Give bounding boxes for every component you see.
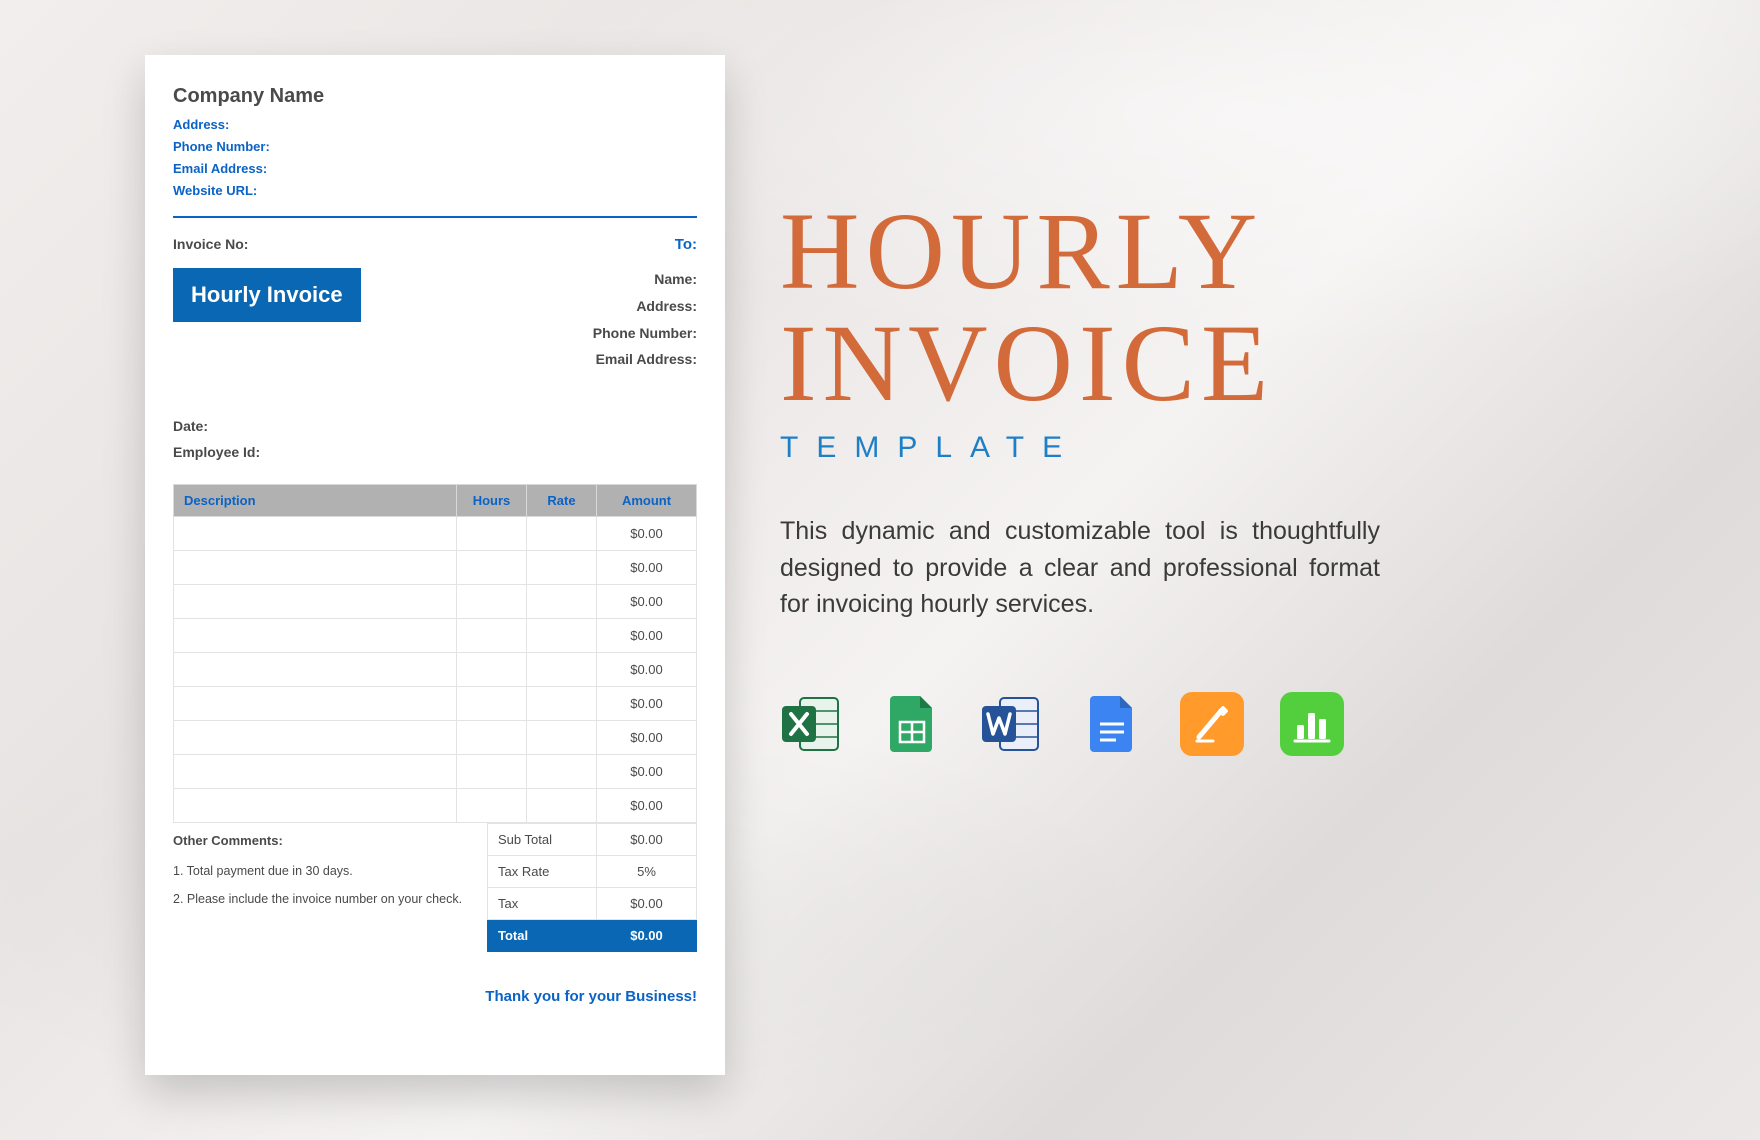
col-description: Description: [174, 484, 457, 516]
comment-line: 1. Total payment due in 30 days.: [173, 864, 477, 878]
taxrate-label: Tax Rate: [488, 855, 597, 887]
cell-amount: $0.00: [597, 788, 697, 822]
cell-amount: $0.00: [597, 584, 697, 618]
to-email-label: Email Address:: [593, 346, 697, 373]
cell-rate: [527, 788, 597, 822]
cell-rate: [527, 618, 597, 652]
app-icons-row: [780, 692, 1400, 756]
cell-rate: [527, 550, 597, 584]
to-name-label: Name:: [593, 266, 697, 293]
cell-hours: [457, 618, 527, 652]
cell-hours: [457, 754, 527, 788]
table-row: $0.00: [174, 618, 697, 652]
comments-title: Other Comments:: [173, 833, 477, 848]
website-label: Website URL:: [173, 180, 697, 202]
to-block: Name: Address: Phone Number: Email Addre…: [593, 266, 697, 372]
invoice-table: Description Hours Rate Amount $0.00$0.00…: [173, 484, 697, 823]
phone-label: Phone Number:: [173, 136, 697, 158]
table-row: $0.00: [174, 686, 697, 720]
table-row: $0.00: [174, 788, 697, 822]
email-label: Email Address:: [173, 158, 697, 180]
cell-description: [174, 618, 457, 652]
cell-description: [174, 720, 457, 754]
divider: [173, 216, 697, 218]
numbers-icon: [1280, 692, 1344, 756]
cell-hours: [457, 550, 527, 584]
taxrate-value: 5%: [597, 855, 697, 887]
cell-rate: [527, 652, 597, 686]
cell-rate: [527, 720, 597, 754]
cell-description: [174, 550, 457, 584]
invoice-card: Company Name Address: Phone Number: Emai…: [145, 55, 725, 1075]
promo-title-line1: HOURLY: [780, 190, 1263, 312]
total-label: Total: [488, 919, 597, 951]
table-row: $0.00: [174, 584, 697, 618]
cell-hours: [457, 584, 527, 618]
tax-label: Tax: [488, 887, 597, 919]
docs-icon: [1080, 692, 1144, 756]
invoice-badge: Hourly Invoice: [173, 268, 361, 322]
table-row: $0.00: [174, 720, 697, 754]
cell-amount: $0.00: [597, 686, 697, 720]
pages-icon: [1180, 692, 1244, 756]
date-label: Date:: [173, 413, 697, 440]
cell-description: [174, 584, 457, 618]
cell-hours: [457, 788, 527, 822]
subtotal-label: Sub Total: [488, 823, 597, 855]
promo-description: This dynamic and customizable tool is th…: [780, 513, 1380, 622]
col-amount: Amount: [597, 484, 697, 516]
cell-rate: [527, 516, 597, 550]
promo-subtitle: TEMPLATE: [780, 431, 1400, 465]
to-address-label: Address:: [593, 293, 697, 320]
to-label: To:: [675, 236, 697, 266]
cell-hours: [457, 516, 527, 550]
cell-rate: [527, 754, 597, 788]
cell-amount: $0.00: [597, 618, 697, 652]
cell-hours: [457, 720, 527, 754]
table-row: $0.00: [174, 550, 697, 584]
totals-block: Sub Total $0.00 Tax Rate 5% Tax $0.00 To…: [487, 823, 697, 952]
word-icon: [980, 692, 1044, 756]
cell-rate: [527, 686, 597, 720]
cell-amount: $0.00: [597, 652, 697, 686]
table-row: $0.00: [174, 652, 697, 686]
cell-hours: [457, 686, 527, 720]
cell-hours: [457, 652, 527, 686]
total-value: $0.00: [597, 919, 697, 951]
address-label: Address:: [173, 114, 697, 136]
cell-description: [174, 754, 457, 788]
col-hours: Hours: [457, 484, 527, 516]
cell-description: [174, 516, 457, 550]
comments-block: Other Comments: 1. Total payment due in …: [173, 823, 487, 952]
to-phone-label: Phone Number:: [593, 320, 697, 347]
invoice-no-label: Invoice No:: [173, 236, 248, 252]
cell-rate: [527, 584, 597, 618]
table-row: $0.00: [174, 754, 697, 788]
employee-id-label: Employee Id:: [173, 439, 697, 466]
table-row: $0.00: [174, 516, 697, 550]
cell-description: [174, 686, 457, 720]
company-name: Company Name: [173, 85, 697, 108]
promo-title-line2: INVOICE: [780, 302, 1274, 424]
promo-panel: HOURLY INVOICE TEMPLATE This dynamic and…: [780, 195, 1400, 756]
cell-amount: $0.00: [597, 754, 697, 788]
comment-line: 2. Please include the invoice number on …: [173, 892, 477, 906]
cell-description: [174, 788, 457, 822]
promo-title: HOURLY INVOICE: [780, 195, 1400, 419]
excel-icon: [780, 692, 844, 756]
thanks-message: Thank you for your Business!: [173, 988, 697, 1005]
cell-amount: $0.00: [597, 720, 697, 754]
sheets-icon: [880, 692, 944, 756]
cell-description: [174, 652, 457, 686]
tax-value: $0.00: [597, 887, 697, 919]
subtotal-value: $0.00: [597, 823, 697, 855]
cell-amount: $0.00: [597, 516, 697, 550]
col-rate: Rate: [527, 484, 597, 516]
cell-amount: $0.00: [597, 550, 697, 584]
